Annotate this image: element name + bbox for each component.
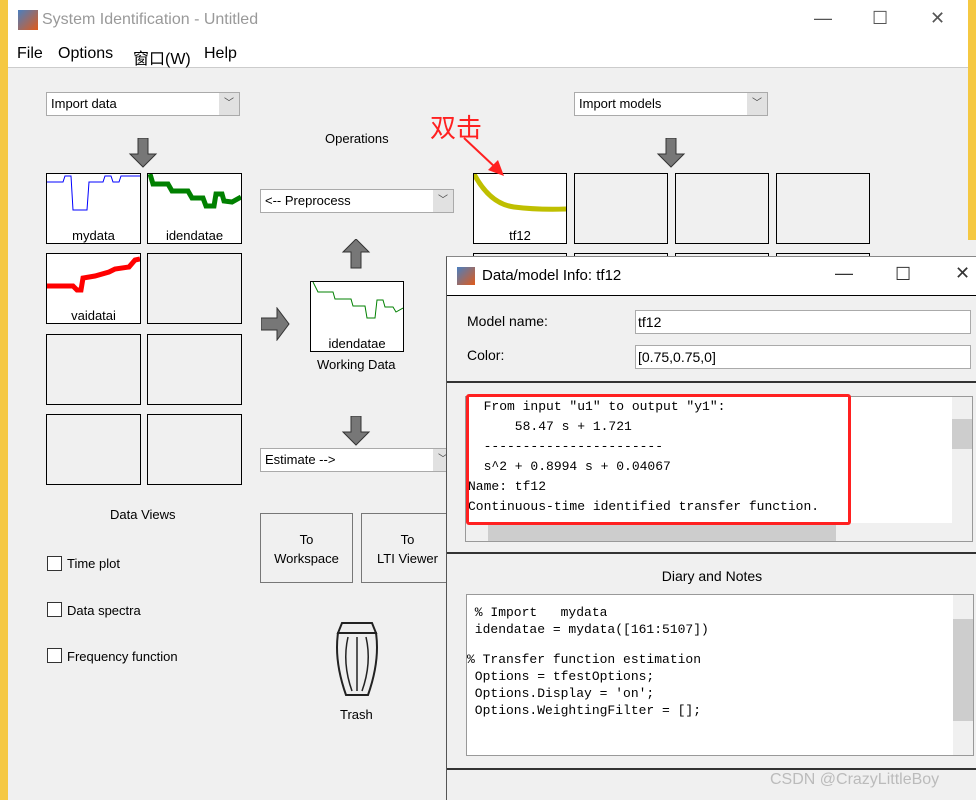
data-box-label: vaidatai — [71, 308, 116, 323]
text-line: % Transfer function estimation — [467, 652, 702, 667]
menu-help[interactable]: Help — [204, 45, 237, 63]
preprocess-value: <-- Preprocess — [265, 193, 351, 208]
estimate-value: Estimate --> — [265, 452, 336, 467]
maximize-button[interactable]: ☐ — [872, 8, 888, 29]
menu-window[interactable]: 窗口(W) — [133, 45, 191, 69]
text-line — [467, 595, 709, 604]
data-box-mydata[interactable]: mydata — [46, 173, 141, 244]
arrow-down-icon — [128, 138, 158, 168]
menu-file[interactable]: File — [17, 45, 43, 63]
import-models-value: Import models — [579, 96, 662, 111]
text-line: idendatae = mydata([161:5107]) — [467, 622, 709, 637]
operations-label: Operations — [325, 131, 389, 146]
chevron-down-icon: ﹀ — [433, 190, 453, 212]
data-box-empty[interactable] — [147, 414, 242, 485]
import-models-select[interactable]: Import models ﹀ — [574, 92, 768, 116]
divider — [447, 381, 976, 383]
model-box-tf12[interactable]: tf12 — [473, 173, 567, 244]
data-box-vaidatai[interactable]: vaidatai — [46, 253, 141, 324]
divider — [447, 768, 976, 770]
divider — [447, 552, 976, 554]
chevron-down-icon: ﹀ — [747, 93, 767, 115]
model-box-empty[interactable] — [776, 173, 870, 244]
data-box-label: idendatae — [165, 228, 224, 243]
trash-icon[interactable] — [334, 621, 380, 697]
dialog-maximize-button[interactable]: ☐ — [895, 264, 911, 285]
matlab-logo-icon — [18, 10, 38, 30]
menu-options[interactable]: Options — [58, 45, 113, 63]
data-box-empty[interactable] — [46, 414, 141, 485]
annotation-highlight-box — [466, 394, 851, 525]
model-box-label: tf12 — [509, 228, 531, 243]
trash-label: Trash — [340, 707, 373, 722]
frequency-function-label: Frequency function — [67, 649, 178, 664]
diary-textbox[interactable]: % Import mydata idendatae = mydata([161:… — [466, 594, 974, 756]
watermark: CSDN @CrazyLittleBoy — [770, 771, 940, 788]
to-workspace-button[interactable]: To Workspace — [260, 513, 353, 583]
import-data-value: Import data — [51, 96, 117, 111]
data-box-idendatae[interactable]: idendatae — [147, 173, 242, 244]
diary-title: Diary and Notes — [661, 568, 763, 584]
close-button[interactable]: ✕ — [930, 8, 945, 29]
idendatae-plot — [148, 174, 241, 209]
button-line: To — [299, 532, 314, 547]
vertical-scrollbar[interactable] — [953, 595, 973, 755]
vaidatai-plot — [47, 256, 140, 293]
mydata-plot — [47, 175, 140, 211]
model-box-empty[interactable] — [675, 173, 769, 244]
import-data-select[interactable]: Import data ﹀ — [46, 92, 240, 116]
text-line: % Import mydata — [467, 605, 608, 620]
data-box-empty[interactable] — [147, 334, 242, 405]
vertical-scrollbar[interactable] — [952, 397, 972, 523]
color-label: Color: — [467, 347, 505, 363]
button-line: To — [400, 532, 415, 547]
time-plot-checkbox[interactable] — [47, 556, 62, 571]
data-views-label: Data Views — [110, 507, 176, 522]
frequency-function-checkbox[interactable] — [47, 648, 62, 663]
minimize-button[interactable]: — — [814, 8, 832, 29]
annotation-arrow-icon — [463, 137, 504, 176]
dialog-minimize-button[interactable]: — — [835, 263, 853, 284]
time-plot-label: Time plot — [67, 556, 120, 571]
dialog-close-button[interactable]: ✕ — [955, 263, 970, 284]
text-line: Options = tfestOptions; — [467, 669, 655, 684]
desktop-background-right — [968, 0, 976, 240]
window-title: System Identification - Untitled — [42, 11, 259, 28]
data-spectra-label: Data spectra — [67, 603, 141, 618]
data-box-empty[interactable] — [46, 334, 141, 405]
working-data-name: idendatae — [328, 336, 386, 351]
model-name-label: Model name: — [467, 313, 548, 329]
arrow-down-icon — [656, 138, 686, 168]
desktop-background — [0, 0, 8, 800]
dialog-title: Data/model Info: tf12 — [482, 267, 622, 284]
model-box-empty[interactable] — [574, 173, 668, 244]
color-input[interactable]: [0.75,0.75,0] — [635, 345, 971, 369]
model-info-dialog: Data/model Info: tf12 — ☐ ✕ Model name: … — [446, 256, 976, 800]
arrow-right-icon — [261, 307, 290, 341]
estimate-select[interactable]: Estimate --> ﹀ — [260, 448, 454, 472]
data-spectra-checkbox[interactable] — [47, 602, 62, 617]
arrow-up-icon — [341, 239, 371, 269]
matlab-logo-icon — [457, 267, 475, 285]
text-line — [467, 638, 709, 651]
data-box-empty[interactable] — [147, 253, 242, 324]
text-line: Options.Display = 'on'; — [467, 686, 655, 701]
working-data-plot — [312, 282, 403, 319]
button-line: Workspace — [274, 551, 339, 566]
button-line: LTI Viewer — [377, 551, 438, 566]
to-lti-viewer-button[interactable]: To LTI Viewer — [361, 513, 454, 583]
data-box-label: mydata — [72, 228, 115, 243]
tf12-plot — [474, 174, 566, 212]
horizontal-scrollbar[interactable] — [466, 523, 972, 541]
chevron-down-icon: ﹀ — [219, 93, 239, 115]
model-name-input[interactable]: tf12 — [635, 310, 971, 334]
preprocess-select[interactable]: <-- Preprocess ﹀ — [260, 189, 454, 213]
text-line: Options.WeightingFilter = []; — [467, 703, 702, 718]
working-data-box[interactable]: idendatae — [310, 281, 404, 352]
working-data-label: Working Data — [317, 357, 396, 372]
arrow-down-icon — [341, 416, 371, 446]
